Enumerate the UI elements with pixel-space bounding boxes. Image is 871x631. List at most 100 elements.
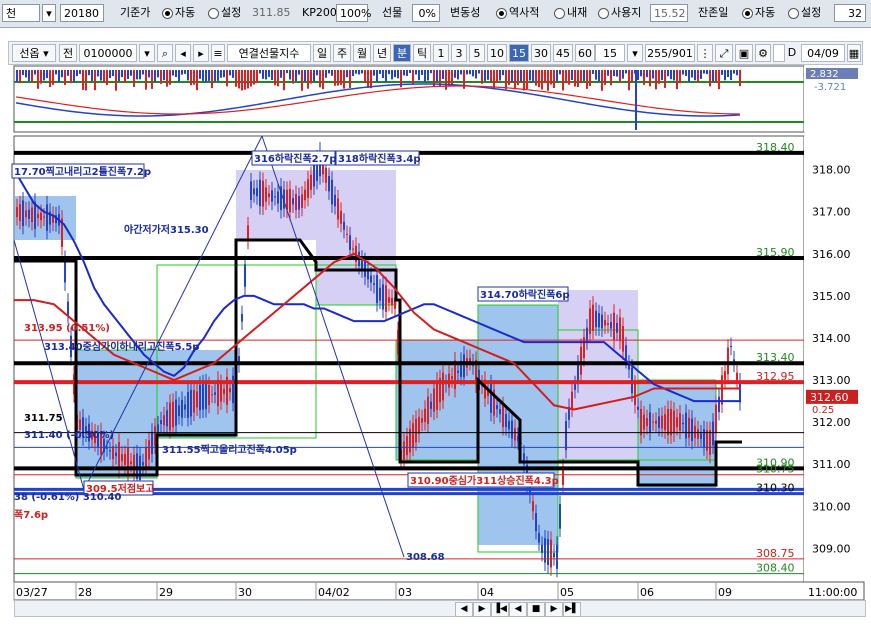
candle-body [739,381,741,403]
candle-body [463,354,465,378]
indicator-bar [697,70,699,83]
candle-body [724,371,726,380]
candle-body [715,404,717,434]
price-chart[interactable]: 2.832 -3.721 17.70찍고내리고2틀진폭7.2p 316하락진폭2.… [0,0,871,631]
indicator-bar [307,70,309,89]
indicator-bar [565,70,567,83]
candle-body [592,304,594,331]
candle-body [655,420,657,424]
candle-body [382,284,384,310]
candle-body [289,189,291,213]
indicator-bar [703,70,705,74]
indicator-bar [322,70,324,90]
playback-control-button[interactable]: ▶▌ [563,602,581,617]
indicator-bar [637,70,639,81]
indicator-bar [646,70,648,78]
playback-control-button[interactable]: ◀ [509,602,527,617]
indicator-bar [547,70,549,91]
indicator-bar [724,70,726,81]
candle-body [646,418,648,427]
candle-body [712,421,714,446]
indicator-bar [196,70,198,91]
indicator-bar [19,70,21,84]
indicator-bar [607,70,609,76]
candle-body [313,165,315,187]
playback-control-button[interactable]: ■ [527,602,545,617]
indicator-bar [598,70,600,82]
candle-body [700,433,702,439]
candle-body [511,420,513,439]
indicator-bar [61,70,63,78]
candle-body [718,396,720,413]
candle-body [262,180,264,207]
indicator-bar [166,70,168,87]
candle-body [250,181,252,201]
candle-body [373,283,375,285]
candle-body [403,441,405,461]
playback-control-button[interactable]: ◀ [455,602,473,617]
indicator-bar [37,70,39,89]
candle-body [118,442,120,471]
indicator-bar [661,70,663,81]
indicator-bar [415,70,417,75]
playback-control-button[interactable]: ▶ [473,602,491,617]
playback-control-button[interactable]: ▶ [545,602,563,617]
candle-body [637,406,639,410]
indicator-bar [670,70,672,80]
indicator-bar [319,70,321,88]
indicator-bar [538,70,540,88]
candle-body [247,225,249,241]
level-label: 310.75 [756,463,795,476]
indicator-bar [421,70,423,75]
indicator-bar [448,70,450,86]
x-tick-label: 09 [718,586,732,599]
indicator-bar [505,70,507,90]
y-tick-label: 316.00 [812,248,851,261]
level-label: 310.30 [756,482,795,495]
indicator-bar [325,70,327,78]
candle-body [46,204,48,231]
indicator-bar [115,70,117,91]
indicator-bar [418,70,420,81]
indicator-bar [73,70,75,82]
indicator-bar [556,70,558,81]
indicator-bar [16,70,18,82]
indicator-bar [685,70,687,76]
candle-body [559,504,561,529]
current-change-label: 0.25 [812,405,834,416]
indicator-bar [349,70,351,88]
candle-body [187,392,189,419]
indicator-bar [124,70,126,83]
candle-body [685,412,687,439]
indicator-bar [733,70,735,74]
indicator-bar [277,70,279,87]
indicator-bar [283,70,285,91]
candle-body [169,402,171,431]
annotation-label: 308.68 [406,552,445,563]
indicator-bar [682,70,684,75]
indicator-bar [625,70,627,74]
indicator-bar [484,70,486,81]
candle-body [106,447,108,449]
indicator-bar [385,70,387,82]
indicator-bar [103,70,105,83]
indicator-bar [481,70,483,84]
indicator-bar [244,70,246,90]
indicator-bar [313,70,315,82]
y-axis-background [804,136,864,582]
candle-body [328,175,330,192]
indicator-bar [424,70,426,82]
candle-body [643,414,645,430]
indicator-bar [388,70,390,75]
candle-body [430,401,432,409]
x-time-label: 11:00:00 [808,586,857,599]
indicator-bar [130,70,132,76]
candle-body [229,387,231,393]
y-tick-label: 311.00 [812,458,851,471]
candle-body [178,405,180,417]
indicator-bar [535,70,537,86]
candle-body [271,190,273,202]
playback-control-button[interactable]: ▐◀ [491,602,509,617]
indicator-bar [451,70,453,85]
candle-body [385,285,387,312]
